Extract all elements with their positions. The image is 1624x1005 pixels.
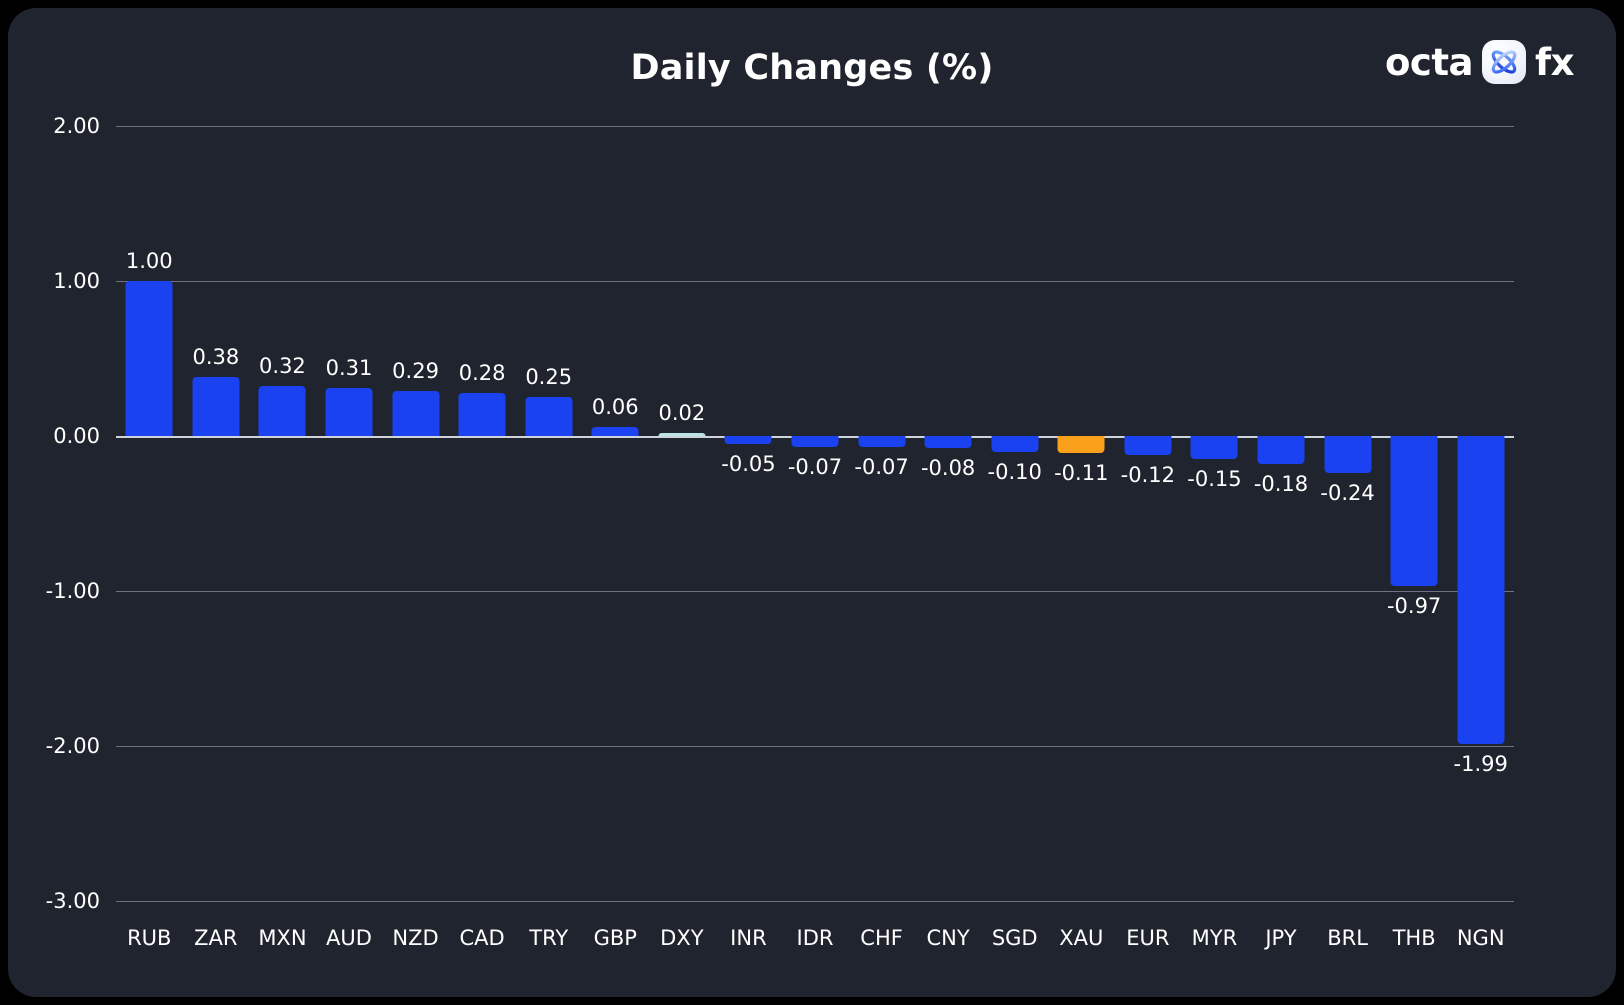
bar-slot[interactable]: -0.11 XAU bbox=[1048, 126, 1115, 950]
bar-gbp[interactable] bbox=[591, 426, 639, 436]
bar-value-label: -0.24 bbox=[1320, 481, 1375, 506]
bar-thb[interactable] bbox=[1390, 436, 1438, 587]
bar-cad[interactable] bbox=[458, 392, 506, 436]
bar-sgd[interactable] bbox=[991, 436, 1039, 452]
x-axis-tick-eur: EUR bbox=[1126, 926, 1170, 950]
y-axis-tick-label: 2.00 bbox=[53, 114, 100, 138]
plot-area: 2.00 1.00 0.00 -1.00 -2.00 -3.00 1.00 RUB 0.38 Z… bbox=[46, 114, 1514, 950]
bar-value-label: -0.07 bbox=[787, 454, 843, 479]
bar-brl[interactable] bbox=[1324, 436, 1372, 474]
x-axis-tick-mxn: MXN bbox=[258, 926, 307, 950]
bar-value-label: -0.07 bbox=[854, 454, 909, 479]
bar-slot[interactable]: -0.10 SGD bbox=[981, 126, 1048, 950]
bar-slot[interactable]: 0.06 GBP bbox=[582, 126, 649, 950]
bar-slot[interactable]: -0.97 THB bbox=[1381, 126, 1448, 950]
bar-value-label: -0.15 bbox=[1187, 467, 1242, 492]
x-axis-tick-rub: RUB bbox=[127, 926, 172, 950]
bar-value-label: -0.05 bbox=[721, 451, 776, 476]
bar-slot[interactable]: -0.07 CHF bbox=[848, 126, 915, 950]
x-axis-tick-cny: CNY bbox=[926, 926, 970, 950]
page-title: Daily Changes (%) bbox=[630, 48, 994, 88]
bar-dxy[interactable] bbox=[658, 432, 706, 436]
bar-value-label: -0.97 bbox=[1386, 594, 1442, 619]
bar-chf[interactable] bbox=[858, 436, 906, 447]
bar-value-label: 0.38 bbox=[192, 345, 240, 370]
bar-xau[interactable] bbox=[1057, 436, 1105, 454]
x-axis-tick-brl: BRL bbox=[1327, 926, 1368, 950]
x-axis-tick-inr: INR bbox=[730, 926, 767, 950]
bar-value-label: 0.32 bbox=[259, 354, 306, 379]
x-axis-tick-aud: AUD bbox=[326, 926, 372, 950]
bar-value-label: 0.28 bbox=[458, 360, 506, 385]
brand-logo: octa fx bbox=[1385, 40, 1574, 84]
bar-try[interactable] bbox=[525, 397, 573, 436]
x-axis-tick-nzd: NZD bbox=[392, 926, 439, 950]
bar-mxn[interactable] bbox=[258, 386, 306, 436]
bar-cny[interactable] bbox=[924, 436, 972, 449]
bar-nzd[interactable] bbox=[392, 391, 440, 436]
bar-ngn[interactable] bbox=[1457, 436, 1505, 745]
bar-slot[interactable]: -1.99 NGN bbox=[1447, 126, 1514, 950]
bar-slot[interactable]: 0.25 TRY bbox=[515, 126, 582, 950]
octa-atom-icon bbox=[1482, 40, 1527, 84]
bar-slot[interactable]: 1.00 RUB bbox=[116, 126, 183, 950]
bar-aud[interactable] bbox=[325, 387, 373, 436]
bar-slot[interactable]: 0.32 MXN bbox=[249, 126, 316, 950]
bar-value-label: -1.99 bbox=[1453, 752, 1508, 777]
bar-idr[interactable] bbox=[791, 436, 839, 447]
y-axis-tick-label: 1.00 bbox=[53, 269, 100, 293]
bar-inr[interactable] bbox=[724, 436, 772, 444]
bar-slot[interactable]: 0.29 NZD bbox=[382, 126, 449, 950]
x-axis-tick-thb: THB bbox=[1392, 926, 1436, 950]
bar-slot[interactable]: -0.12 EUR bbox=[1115, 126, 1182, 950]
bar-value-label: 0.31 bbox=[325, 355, 373, 380]
x-axis-tick-xau: XAU bbox=[1059, 926, 1104, 950]
brand-word-left: octa bbox=[1385, 40, 1474, 84]
bar-value-label: -0.18 bbox=[1253, 471, 1309, 496]
bar-slot[interactable]: 0.02 DXY bbox=[649, 126, 716, 950]
bar-slot[interactable]: -0.08 CNY bbox=[915, 126, 982, 950]
bar-jpy[interactable] bbox=[1257, 436, 1305, 464]
x-axis-tick-try: TRY bbox=[529, 926, 569, 950]
x-axis-tick-jpy: JPY bbox=[1265, 926, 1297, 950]
bar-series: 1.00 RUB 0.38 ZAR 0.32 MXN 0.31 AUD 0.29 NZD 0.28 C… bbox=[116, 126, 1514, 950]
x-axis-tick-idr: IDR bbox=[796, 926, 834, 950]
bar-myr[interactable] bbox=[1190, 436, 1238, 460]
x-axis-tick-myr: MYR bbox=[1191, 926, 1238, 950]
bar-slot[interactable]: -0.18 JPY bbox=[1248, 126, 1315, 950]
bar-slot[interactable]: -0.24 BRL bbox=[1314, 126, 1381, 950]
bar-value-label: -0.10 bbox=[987, 459, 1042, 484]
y-axis-tick-label: -1.00 bbox=[45, 579, 100, 603]
bar-slot[interactable]: -0.05 INR bbox=[715, 126, 782, 950]
bar-zar[interactable] bbox=[192, 377, 240, 436]
x-axis-tick-cad: CAD bbox=[459, 926, 505, 950]
y-axis-tick-label: 0.00 bbox=[53, 424, 100, 448]
gridline: -3.00 bbox=[46, 889, 1514, 913]
bar-eur[interactable] bbox=[1124, 436, 1172, 455]
x-axis-tick-ngn: NGN bbox=[1456, 926, 1505, 950]
bar-slot[interactable]: 0.31 AUD bbox=[316, 126, 383, 950]
bar-slot[interactable]: 0.38 ZAR bbox=[183, 126, 250, 950]
bar-value-label: -0.11 bbox=[1054, 461, 1109, 486]
bar-value-label: -0.12 bbox=[1120, 462, 1176, 487]
bar-slot[interactable]: -0.07 IDR bbox=[782, 126, 849, 950]
bar-value-label: 0.29 bbox=[392, 359, 439, 384]
chart-card: Daily Changes (%) octa fx 2.00 1.00 0.00… bbox=[8, 8, 1616, 997]
x-axis-tick-chf: CHF bbox=[860, 926, 903, 950]
bar-rub[interactable] bbox=[125, 281, 173, 436]
x-axis-tick-dxy: DXY bbox=[660, 926, 704, 950]
bar-slot[interactable]: 0.28 CAD bbox=[449, 126, 516, 950]
y-axis-tick-label: -2.00 bbox=[45, 734, 100, 758]
x-axis-tick-sgd: SGD bbox=[991, 926, 1038, 950]
bar-value-label: 0.25 bbox=[525, 365, 573, 390]
bar-value-label: 0.06 bbox=[591, 394, 639, 419]
bar-value-label: 0.02 bbox=[658, 400, 706, 425]
bar-slot[interactable]: -0.15 MYR bbox=[1181, 126, 1248, 950]
x-axis-tick-zar: ZAR bbox=[194, 926, 238, 950]
x-axis-tick-gbp: GBP bbox=[593, 926, 637, 950]
bar-value-label: -0.08 bbox=[920, 456, 976, 481]
y-axis-tick-label: -3.00 bbox=[45, 889, 100, 913]
brand-word-right: fx bbox=[1535, 40, 1574, 84]
bar-value-label: 1.00 bbox=[125, 249, 173, 273]
